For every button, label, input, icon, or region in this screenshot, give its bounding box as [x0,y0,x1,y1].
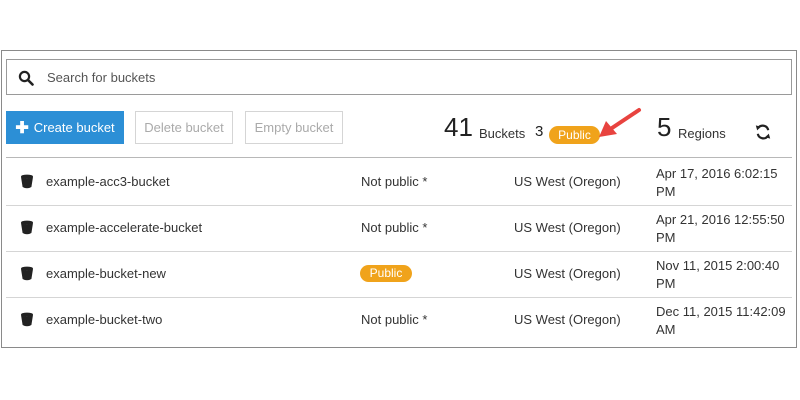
create-bucket-button[interactable]: ✚ Create bucket [6,111,124,144]
refresh-icon[interactable] [754,123,772,141]
public-count: 3 [535,123,544,140]
delete-bucket-button[interactable]: Delete bucket [135,111,233,144]
plus-icon: ✚ [15,120,29,137]
buckets-count: 41 [444,112,473,142]
access-status: Not public * [361,174,428,189]
public-badge: Public [360,265,412,282]
search-box[interactable] [6,59,792,95]
bucket-region: US West (Oregon) [514,312,621,327]
regions-count: 5 [657,112,672,142]
bucket-icon [20,220,34,235]
table-row[interactable]: example-bucket-two Not public * US West (O… [6,297,792,343]
bucket-date-created: Dec 11, 2015 11:42:09 AM [656,304,786,337]
table-row[interactable]: example-acc3-bucket Not public * US West (… [6,159,792,205]
search-input[interactable] [47,66,777,88]
bucket-name[interactable]: example-accelerate-bucket [46,220,202,235]
buckets-label: Buckets [479,126,526,141]
regions-label: Regions [678,126,726,141]
bucket-list-panel: ✚ Create bucket Delete bucket Empty bucke… [1,50,797,348]
bucket-date-created: Apr 17, 2016 6:02:15 PM [656,166,778,199]
table-header-divider [6,157,792,158]
public-badge: Public [549,126,600,144]
bucket-region: US West (Oregon) [514,174,621,189]
bucket-name[interactable]: example-acc3-bucket [46,174,170,189]
access-status: Not public * [361,312,428,327]
bucket-region: US West (Oregon) [514,266,621,281]
bucket-name[interactable]: example-bucket-two [46,312,162,327]
create-bucket-label: Create bucket [33,120,115,135]
bucket-date-created: Nov 11, 2015 2:00:40 PM [656,258,780,291]
bucket-icon [20,174,34,189]
bucket-region: US West (Oregon) [514,220,621,235]
empty-bucket-button[interactable]: Empty bucket [245,111,343,144]
bucket-name[interactable]: example-bucket-new [46,266,166,281]
access-status: Not public * [361,220,428,235]
table-row[interactable]: example-bucket-new Public US West (Oregon)… [6,251,792,297]
table-row[interactable]: example-accelerate-bucket Not public * US … [6,205,792,251]
bucket-icon [20,312,34,327]
bucket-icon [20,266,34,281]
arrow-icon [599,108,641,137]
bucket-date-created: Apr 21, 2016 12:55:50 PM [656,212,785,245]
search-icon [18,70,34,86]
